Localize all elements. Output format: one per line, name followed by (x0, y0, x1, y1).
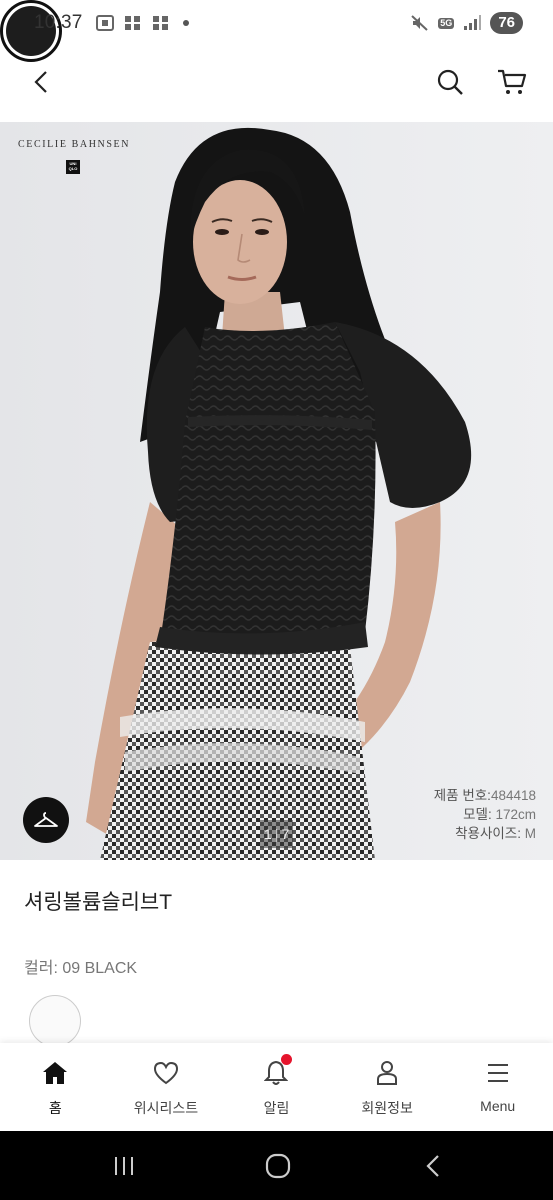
recent-apps-icon (115, 1157, 133, 1175)
image-counter: 1 | 7 (260, 820, 294, 848)
uniqlo-logo: UNI QLO (66, 160, 80, 174)
nav-label-notifications: 알림 (263, 1100, 290, 1116)
nav-item-wishlist[interactable]: 위시리스트 (111, 1043, 222, 1131)
chevron-left-icon (34, 71, 47, 93)
nav-item-notifications[interactable]: 알림 (221, 1043, 332, 1131)
model-info: 제품 번호:484418 모델: 172cm 착용사이즈: M (434, 786, 536, 843)
product-name: 셔링볼륨슬리브T (24, 891, 173, 914)
home-icon (43, 1062, 68, 1084)
home-system-button[interactable] (263, 1151, 293, 1181)
signal-icon (464, 15, 482, 30)
status-right-icons: 5G 76 (410, 12, 523, 34)
search-icon (437, 69, 463, 95)
worn-size-row: 착용사이즈: M (455, 826, 536, 841)
search-button[interactable] (432, 64, 468, 100)
nav-label-menu: Menu (480, 1098, 516, 1114)
cart-icon (498, 69, 527, 94)
grid-app-icon-2 (152, 16, 168, 30)
nav-item-menu[interactable]: Menu (442, 1043, 553, 1131)
bottom-nav: 홈 위시리스트 알림 회원정보 Menu (0, 1043, 553, 1131)
recent-apps-button[interactable] (109, 1151, 139, 1181)
image-index: 1 (264, 826, 272, 842)
battery-indicator: 76 (490, 12, 523, 34)
mute-icon (411, 15, 428, 31)
back-system-button[interactable] (418, 1151, 448, 1181)
menu-icon (487, 1064, 508, 1082)
try-on-hanger-button[interactable] (23, 797, 69, 843)
status-notification-icons (95, 14, 189, 32)
screenshot-icon (95, 15, 114, 31)
product-image-carousel[interactable]: CECILIE BAHNSEN UNI QLO 1 | 7 제품 번호:48441… (0, 122, 553, 860)
product-photo (0, 122, 553, 860)
nav-label-wishlist: 위시리스트 (133, 1100, 199, 1116)
product-number-row: 제품 번호:484418 (433, 788, 536, 803)
heart-icon (153, 1061, 178, 1085)
network-type-badge: 5G (438, 17, 455, 29)
brand-collab-text: CECILIE BAHNSEN (18, 139, 131, 150)
app-header (0, 46, 553, 122)
back-button[interactable] (24, 64, 60, 100)
model-height-row: 모델: 172cm (463, 807, 536, 822)
cart-button[interactable] (494, 64, 530, 100)
counter-separator: | (274, 826, 279, 842)
system-nav-bar (0, 1131, 553, 1200)
color-swatch-white[interactable] (29, 995, 81, 1047)
hanger-icon (34, 812, 58, 827)
back-arrow-icon (426, 1155, 439, 1177)
color-label: 컬러: 09 BLACK (24, 960, 138, 977)
image-total: 7 (281, 826, 290, 842)
grid-app-icon (124, 16, 140, 30)
status-bar: 10:37 5G 76 (0, 0, 553, 46)
nav-label-member-info: 회원정보 (361, 1100, 413, 1116)
user-icon (377, 1061, 398, 1085)
more-notifications-dot-icon (182, 20, 189, 26)
nav-item-member-info[interactable]: 회원정보 (332, 1043, 443, 1131)
nav-item-home[interactable]: 홈 (0, 1043, 111, 1131)
status-time: 10:37 (34, 12, 83, 33)
home-circle-icon (265, 1153, 291, 1179)
notification-badge-dot (281, 1054, 293, 1065)
nav-label-home: 홈 (48, 1100, 62, 1116)
